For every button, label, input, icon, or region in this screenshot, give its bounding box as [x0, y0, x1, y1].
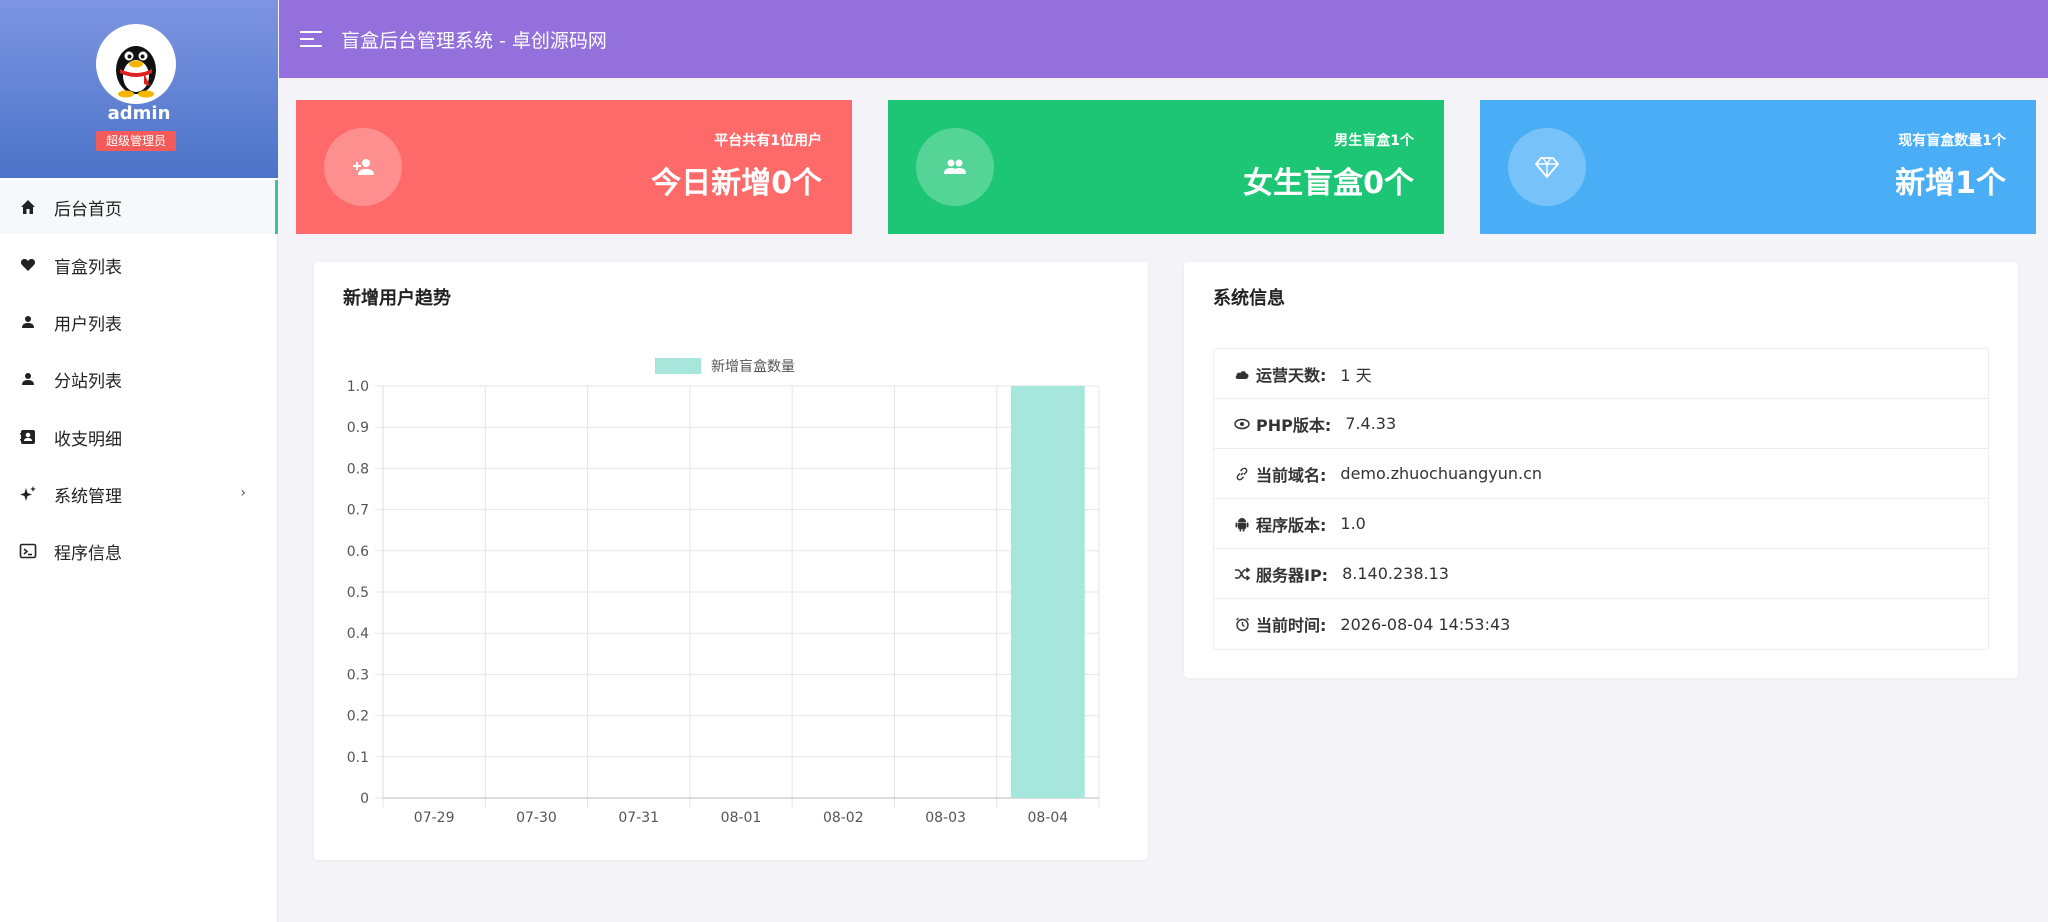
info-value: 8.140.238.13: [1342, 564, 1449, 583]
x-tick-label: 07-31: [618, 810, 659, 826]
sidebar-item-label: 分站列表: [54, 371, 122, 392]
cloud-icon: [1234, 366, 1250, 382]
android-icon: [1234, 516, 1250, 532]
x-tick-label: 08-01: [721, 810, 762, 826]
heart-icon: [18, 255, 38, 275]
stat-value: 女生盲盒0个: [1243, 166, 1414, 201]
legend-swatch: [655, 358, 701, 374]
stat-card-box-count: 现有盲盒数量1个 新增1个: [1480, 100, 2036, 234]
user-icon: [18, 312, 38, 332]
stat-value: 今日新增0个: [651, 166, 822, 201]
system-info-panel: 系统信息 运营天数: 1 天 PHP版本: 7.4.33 当前域名: demo.…: [1184, 262, 2018, 678]
y-tick-label: 0.2: [347, 709, 369, 725]
y-tick-label: 0.8: [347, 461, 369, 477]
role-badge: 超级管理员: [96, 131, 176, 151]
profile-header: admin 超级管理员: [0, 0, 278, 178]
info-value: 2026-08-04 14:53:43: [1340, 614, 1511, 634]
penguin-avatar-icon: [116, 46, 156, 98]
info-label: 运营天数:: [1256, 365, 1327, 385]
stat-label: 现有盲盒数量1个: [1898, 133, 2006, 149]
y-tick-label: 0.3: [347, 667, 369, 683]
stat-value: 新增1个: [1895, 166, 2006, 201]
avatar[interactable]: [96, 24, 176, 104]
sidebar-item-substation-list[interactable]: 分站列表: [0, 352, 278, 406]
stat-card-users: 平台共有1位用户 今日新增0个: [296, 100, 852, 234]
info-label: 程序版本:: [1256, 515, 1327, 535]
y-tick-label: 0.7: [347, 503, 369, 519]
info-label: PHP版本:: [1256, 415, 1332, 435]
stat-label: 平台共有1位用户: [714, 133, 822, 149]
sidebar-item-label: 盲盒列表: [54, 257, 122, 278]
info-row-server-ip: 服务器IP: 8.140.238.13: [1214, 549, 1988, 599]
bar-08-04: [1011, 386, 1085, 798]
trend-chart: 0 0.1 0.2 0.3 0.4 0.5 0.6 0.7 0.8 0.9 1.0 07-29 07-3…: [347, 358, 1100, 826]
panel-title: 系统信息: [1213, 288, 1285, 309]
username: admin: [107, 103, 171, 124]
y-tick-label: 0: [360, 791, 369, 807]
x-tick-label: 08-04: [1028, 810, 1069, 826]
sidebar-item-label: 后台首页: [54, 199, 122, 220]
diamond-icon: [1508, 128, 1586, 206]
sidebar-item-system-management[interactable]: 系统管理 ›: [0, 467, 278, 521]
sidebar: admin 超级管理员 后台首页 盲盒列表 用户列表 分站列表 收支明细 系统管…: [0, 0, 278, 922]
sidebar-item-income-expense[interactable]: 收支明细: [0, 410, 278, 464]
info-row-uptime: 运营天数: 1 天: [1214, 349, 1988, 399]
x-tick-label: 07-30: [516, 810, 557, 826]
info-row-php-version: PHP版本: 7.4.33: [1214, 399, 1988, 449]
user-group-icon: [916, 128, 994, 206]
y-tick-label: 0.5: [347, 585, 369, 601]
info-label: 服务器IP:: [1256, 565, 1329, 585]
eye-icon: [1234, 416, 1250, 432]
info-value: 1.0: [1340, 514, 1366, 533]
sidebar-item-label: 收支明细: [54, 429, 122, 450]
sidebar-item-label: 程序信息: [54, 543, 122, 564]
top-bar: 盲盒后台管理系统 - 卓创源码网: [279, 0, 2048, 78]
info-value: demo.zhuochuangyun.cn: [1340, 464, 1543, 483]
x-tick-label: 07-29: [414, 810, 455, 826]
sidebar-item-blindbox-list[interactable]: 盲盒列表: [0, 238, 278, 292]
user-icon: [18, 369, 38, 389]
page-title: 盲盒后台管理系统 - 卓创源码网: [341, 29, 607, 52]
x-tick-label: 08-02: [823, 810, 864, 826]
y-tick-label: 0.9: [347, 420, 369, 436]
info-row-current-time: 当前时间: 2026-08-04 14:53:43: [1214, 599, 1988, 649]
sidebar-item-label: 用户列表: [54, 314, 122, 335]
sparkle-icon: [18, 484, 38, 504]
home-icon: [18, 197, 38, 217]
info-value: 7.4.33: [1345, 414, 1397, 433]
info-value: 1 天: [1340, 365, 1372, 385]
sidebar-item-home[interactable]: 后台首页: [0, 180, 278, 234]
info-row-program-version: 程序版本: 1.0: [1214, 499, 1988, 549]
clock-icon: [1234, 616, 1250, 632]
y-tick-label: 0.6: [347, 544, 369, 560]
info-label: 当前域名:: [1256, 465, 1327, 485]
terminal-icon: [18, 541, 38, 561]
system-info-table: 运营天数: 1 天 PHP版本: 7.4.33 当前域名: demo.zhuoc…: [1213, 348, 1989, 650]
shuffle-icon: [1234, 566, 1250, 582]
chevron-right-icon: ›: [240, 485, 246, 501]
sidebar-item-label: 系统管理: [54, 486, 122, 507]
hamburger-menu-icon[interactable]: [299, 28, 325, 50]
sidebar-item-program-info[interactable]: 程序信息: [0, 524, 278, 578]
info-label: 当前时间:: [1256, 616, 1327, 635]
legend-label: 新增盲盒数量: [711, 358, 795, 375]
contact-card-icon: [18, 427, 38, 447]
x-tick-label: 08-03: [925, 810, 966, 826]
user-plus-icon: [324, 128, 402, 206]
y-tick-label: 0.1: [347, 750, 369, 766]
info-row-domain: 当前域名: demo.zhuochuangyun.cn: [1214, 449, 1988, 499]
stat-card-boxes-gender: 男生盲盒1个 女生盲盒0个: [888, 100, 1444, 234]
y-tick-label: 0.4: [347, 626, 369, 642]
stat-label: 男生盲盒1个: [1334, 133, 1414, 149]
sidebar-item-user-list[interactable]: 用户列表: [0, 295, 278, 349]
trend-panel: 新增用户趋势 0 0.1 0.2 0.3 0.4 0.5 0.6 0.7 0.8 0.9 1.0 07…: [314, 262, 1148, 860]
link-icon: [1234, 466, 1250, 482]
y-tick-label: 1.0: [347, 379, 369, 395]
